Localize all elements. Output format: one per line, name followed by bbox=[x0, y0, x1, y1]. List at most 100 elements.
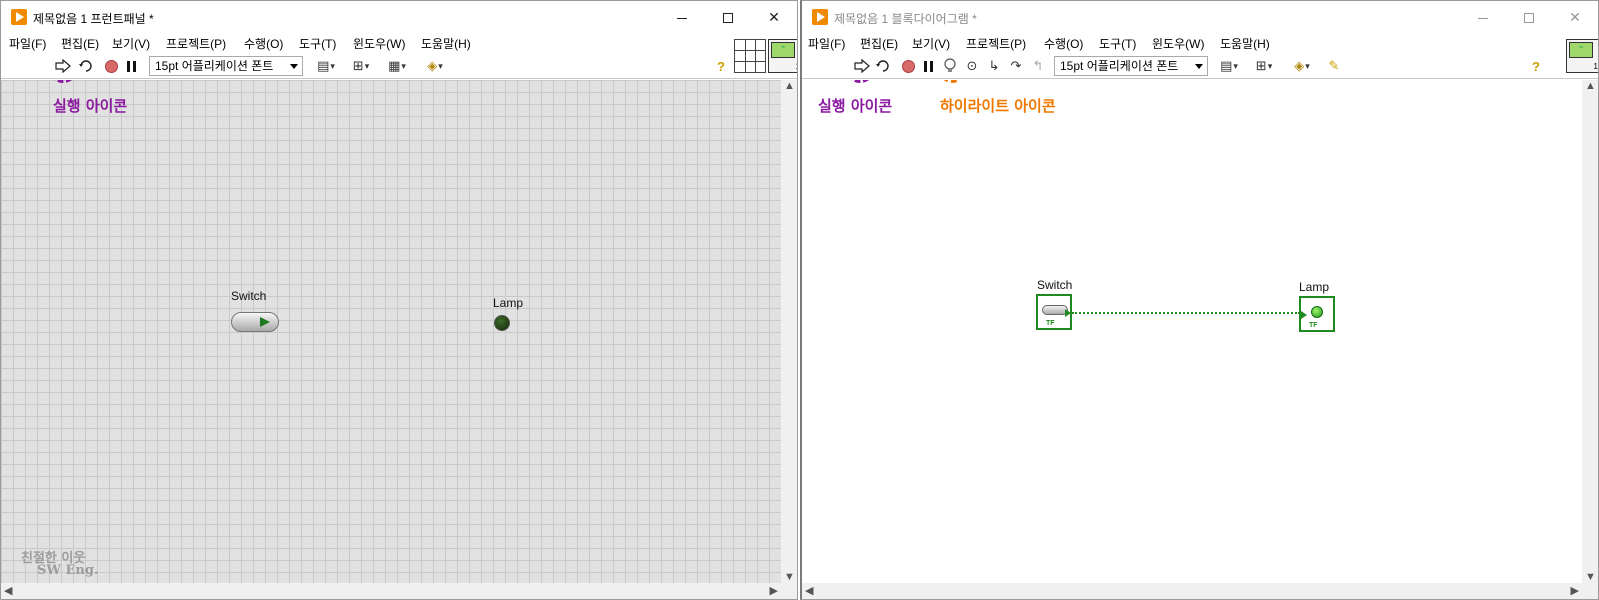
maximize-button[interactable] bbox=[705, 1, 751, 33]
resize-objects-icon[interactable]: ▦ ▾ bbox=[383, 56, 411, 76]
reorder-icon[interactable]: ◈ ▾ bbox=[421, 56, 449, 76]
minimize-icon bbox=[1478, 17, 1488, 19]
switch-terminal-type: TF bbox=[1046, 320, 1055, 327]
scroll-down-icon[interactable]: ▼ bbox=[784, 571, 795, 583]
scroll-right-icon[interactable]: ▶ bbox=[1571, 584, 1579, 597]
help-icon[interactable]: ? bbox=[711, 56, 731, 76]
lamp-label: Lamp bbox=[493, 296, 524, 310]
labview-app-icon bbox=[812, 9, 828, 25]
pause-icon[interactable] bbox=[918, 56, 938, 76]
window-title: 제목없음 1 블록다이어그램 * bbox=[834, 12, 977, 26]
menu-help[interactable]: 도움말(H) bbox=[421, 35, 471, 52]
close-button[interactable]: ✕ bbox=[751, 1, 797, 33]
align-objects-icon[interactable]: ▤ ▾ bbox=[313, 56, 339, 76]
title-bar: 제목없음 1 프런트패널 * ✕ bbox=[1, 1, 797, 33]
lamp-indicator bbox=[494, 315, 510, 331]
block-diagram-window: 제목없음 1 블록다이어그램 * ✕ 파일(F) 편집(E) 보기(V) 프로젝… bbox=[800, 0, 1599, 600]
step-out-icon[interactable]: ↰ bbox=[1028, 56, 1048, 76]
chevron-down-icon bbox=[290, 64, 298, 69]
scroll-up-icon[interactable]: ▲ bbox=[1585, 80, 1596, 92]
chevron-down-icon bbox=[1195, 64, 1203, 69]
lamp-terminal-icon bbox=[1311, 306, 1323, 318]
step-over-icon[interactable]: ↷ bbox=[1006, 56, 1026, 76]
close-button[interactable]: ✕ bbox=[1552, 1, 1598, 33]
distribute-objects-icon[interactable]: ⊞ ▾ bbox=[347, 56, 375, 76]
switch-terminal[interactable]: TF bbox=[1036, 294, 1072, 330]
menu-view[interactable]: 보기(V) bbox=[112, 35, 150, 52]
highlight-execution-icon[interactable] bbox=[940, 56, 960, 76]
maximize-icon bbox=[1524, 13, 1534, 24]
menu-project[interactable]: 프로젝트(P) bbox=[166, 35, 226, 52]
watermark-line2: SW Eng. bbox=[37, 563, 99, 578]
abort-icon[interactable] bbox=[101, 56, 121, 76]
maximize-icon bbox=[723, 13, 733, 24]
reorder-icon[interactable]: ◈ ▾ bbox=[1288, 56, 1316, 76]
minimize-icon bbox=[677, 17, 687, 19]
lamp-terminal[interactable]: TF bbox=[1299, 296, 1335, 332]
maximize-button[interactable] bbox=[1506, 1, 1552, 33]
menu-file[interactable]: 파일(F) bbox=[808, 35, 845, 52]
vertical-scrollbar[interactable]: ▲ ▼ bbox=[781, 80, 797, 583]
highlight-icon-annotation: 하이라이트 아이콘 bbox=[940, 97, 1056, 115]
toolbar: ⊙ ↳ ↷ ↰ 15pt 어플리케이션 폰트 ▤ ▾ ⊞ ▾ ◈ ▾ ✎ ? bbox=[802, 53, 1598, 79]
menu-tools[interactable]: 도구(T) bbox=[1099, 35, 1136, 52]
run-continuously-icon[interactable] bbox=[874, 56, 894, 76]
menu-edit[interactable]: 편집(E) bbox=[61, 35, 99, 52]
scroll-left-icon[interactable]: ◀ bbox=[805, 584, 813, 597]
close-icon: ✕ bbox=[768, 9, 780, 25]
run-arrow-icon[interactable] bbox=[852, 56, 872, 76]
minimize-button[interactable] bbox=[1460, 1, 1506, 33]
block-diagram-canvas[interactable]: 실행 아이콘 하이라이트 아이콘 Switch TF Lamp TF bbox=[802, 80, 1582, 583]
boolean-wire[interactable] bbox=[1072, 312, 1300, 314]
window-title: 제목없음 1 프런트패널 * bbox=[33, 12, 154, 26]
menu-project[interactable]: 프로젝트(P) bbox=[966, 35, 1026, 52]
scroll-up-icon[interactable]: ▲ bbox=[784, 80, 795, 92]
input-arrow-icon bbox=[1301, 311, 1307, 319]
vertical-scrollbar[interactable]: ▲ ▼ bbox=[1582, 80, 1598, 583]
lamp-terminal-type: TF bbox=[1309, 322, 1318, 329]
scroll-down-icon[interactable]: ▼ bbox=[1585, 571, 1596, 583]
menu-bar: 파일(F) 편집(E) 보기(V) 프로젝트(P) 수행(O) 도구(T) 윈도… bbox=[802, 33, 1538, 53]
switch-control[interactable] bbox=[231, 312, 279, 332]
align-objects-icon[interactable]: ▤ ▾ bbox=[1216, 56, 1242, 76]
labview-app-icon bbox=[11, 9, 27, 25]
close-icon: ✕ bbox=[1569, 9, 1581, 25]
clean-up-diagram-icon[interactable]: ✎ bbox=[1324, 56, 1344, 76]
front-panel-canvas[interactable]: 실행 아이콘 Switch Lamp 친절한 이웃 SW Eng. bbox=[1, 80, 781, 583]
highlight-icon-highlight-circle bbox=[938, 80, 966, 83]
abort-icon[interactable] bbox=[898, 56, 918, 76]
horizontal-scrollbar[interactable]: ◀ ▶ bbox=[802, 583, 1582, 599]
switch-arrow-icon bbox=[260, 317, 270, 327]
font-select[interactable]: 15pt 어플리케이션 폰트 bbox=[1054, 56, 1208, 76]
scroll-corner bbox=[781, 583, 797, 599]
scroll-corner bbox=[1582, 583, 1598, 599]
font-select-value: 15pt 어플리케이션 폰트 bbox=[1060, 59, 1179, 73]
switch-terminal-label: Switch bbox=[1037, 278, 1073, 292]
pause-icon[interactable] bbox=[121, 56, 141, 76]
retain-wire-values-icon[interactable]: ⊙ bbox=[962, 56, 982, 76]
menu-view[interactable]: 보기(V) bbox=[912, 35, 950, 52]
minimize-button[interactable] bbox=[659, 1, 705, 33]
horizontal-scrollbar[interactable]: ◀ ▶ bbox=[1, 583, 781, 599]
menu-window[interactable]: 윈도우(W) bbox=[353, 35, 405, 52]
run-icon-annotation: 실행 아이콘 bbox=[53, 97, 128, 115]
step-into-icon[interactable]: ↳ bbox=[984, 56, 1004, 76]
scroll-left-icon[interactable]: ◀ bbox=[4, 584, 12, 597]
run-arrow-icon[interactable] bbox=[53, 56, 73, 76]
distribute-objects-icon[interactable]: ⊞ ▾ bbox=[1250, 56, 1278, 76]
menu-help[interactable]: 도움말(H) bbox=[1220, 35, 1270, 52]
menu-file[interactable]: 파일(F) bbox=[9, 35, 46, 52]
run-icon-annotation: 실행 아이콘 bbox=[818, 97, 893, 115]
run-continuously-icon[interactable] bbox=[77, 56, 97, 76]
menu-operate[interactable]: 수행(O) bbox=[1044, 35, 1083, 52]
title-bar: 제목없음 1 블록다이어그램 * ✕ bbox=[802, 1, 1598, 33]
output-arrow-icon bbox=[1065, 309, 1071, 317]
menu-edit[interactable]: 편집(E) bbox=[860, 35, 898, 52]
menu-window[interactable]: 윈도우(W) bbox=[1152, 35, 1204, 52]
help-icon[interactable]: ? bbox=[1526, 56, 1546, 76]
front-panel-window: 제목없음 1 프런트패널 * ✕ 파일(F) 편집(E) 보기(V) 프로젝트(… bbox=[0, 0, 798, 600]
menu-tools[interactable]: 도구(T) bbox=[299, 35, 336, 52]
menu-operate[interactable]: 수행(O) bbox=[244, 35, 283, 52]
scroll-right-icon[interactable]: ▶ bbox=[770, 584, 778, 597]
font-select[interactable]: 15pt 어플리케이션 폰트 bbox=[149, 56, 303, 76]
